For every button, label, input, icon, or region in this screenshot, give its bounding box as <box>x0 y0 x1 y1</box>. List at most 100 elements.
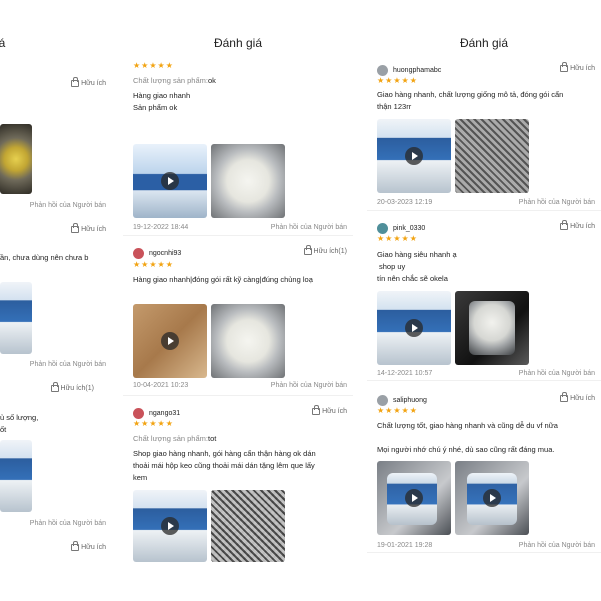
username: huongphamabc <box>393 66 442 74</box>
seller-reply-label: Phản hồi của Người bán <box>518 199 595 206</box>
reviewer[interactable]: huongphamabc <box>377 63 441 77</box>
review-video-thumbnail[interactable] <box>377 461 451 535</box>
review-text: ốt <box>0 425 7 434</box>
avatar-icon <box>377 222 388 234</box>
review-date: 19-01-2021 19:28 <box>377 542 433 549</box>
helpful-button[interactable]: Hữu ích <box>560 62 595 72</box>
play-icon <box>405 147 423 165</box>
play-icon <box>161 172 179 190</box>
review-image[interactable] <box>211 490 285 562</box>
avatar-icon <box>377 64 388 76</box>
seller-reply-label: Phản hồi của Người bán <box>518 542 595 549</box>
play-icon <box>405 489 423 507</box>
thumbs-up-icon <box>560 220 569 230</box>
username: pink_0330 <box>393 224 426 232</box>
play-icon <box>483 489 501 507</box>
play-icon <box>161 517 179 535</box>
star-rating: ★★★★★ <box>133 419 174 428</box>
review-item: ★★★★★ Chất lượng sản phẩm:ok Hàng giao n… <box>123 60 353 236</box>
panel-title: iá <box>0 36 6 50</box>
review-item: huongphamabc Hữu ích ★★★★★ Giao hàng nha… <box>367 62 601 211</box>
helpful-button[interactable]: Hữu ích(1) <box>303 245 347 255</box>
thumbs-up-icon <box>71 223 80 233</box>
review-panel-middle: Đánh giá ★★★★★ Chất lượng sản phẩm:ok Hà… <box>123 0 353 601</box>
avatar-icon <box>133 407 144 419</box>
avatar-icon <box>377 394 388 406</box>
review-video-thumbnail[interactable] <box>455 461 529 535</box>
helpful-button[interactable]: Hữu ích <box>71 541 106 551</box>
thumbs-up-icon <box>312 405 321 415</box>
review-video-thumbnail[interactable] <box>377 291 451 365</box>
reviewer[interactable]: saliphuong <box>377 393 427 407</box>
review-text: Hàng giao nhanh|đóng gói rất kỹ càng|đún… <box>133 275 313 284</box>
helpful-button[interactable]: Hữu ích(1) <box>50 382 94 392</box>
review-text: shop uy <box>379 262 406 271</box>
reviewer[interactable]: ngango31 <box>133 406 180 420</box>
username: ngango31 <box>149 409 181 417</box>
review-date: 20-03-2023 12:19 <box>377 199 433 206</box>
helpful-button[interactable]: Hữu ích <box>560 220 595 230</box>
review-video-thumbnail[interactable] <box>133 490 207 562</box>
seller-reply-label: Phản hồi của Người bán <box>518 370 595 377</box>
avatar-icon <box>133 247 144 259</box>
review-text: Hàng giao nhanh <box>133 91 191 100</box>
review-image[interactable] <box>455 119 529 193</box>
review-video-thumbnail[interactable] <box>377 119 451 193</box>
play-icon <box>161 332 179 350</box>
seller-reply-label: Phản hồi của Người bán <box>29 520 106 527</box>
review-text: Chất lượng tốt, giao hàng nhanh và cũng … <box>377 421 558 430</box>
thumbs-up-icon <box>303 245 312 255</box>
review-text: ần, chưa dùng nên chưa b <box>0 253 89 262</box>
review-image[interactable] <box>455 291 529 365</box>
review-item: ngocnhi93 Hữu ích(1) ★★★★★ Hàng giao nha… <box>123 245 353 396</box>
review-text: ủ số lượng, <box>0 413 39 422</box>
star-rating: ★★★★★ <box>377 406 418 415</box>
review-video-thumbnail[interactable] <box>133 144 207 218</box>
panel-title: Đánh giá <box>213 36 263 50</box>
helpful-button[interactable]: Hữu ích <box>560 392 595 402</box>
username: saliphuong <box>393 396 427 404</box>
helpful-button[interactable]: Hữu ích <box>71 77 106 87</box>
helpful-button[interactable]: Hữu ích <box>71 223 106 233</box>
username: ngocnhi93 <box>149 249 182 257</box>
review-text: thận 123rr <box>377 102 412 111</box>
review-date: 10-04-2021 10:23 <box>133 382 189 389</box>
helpful-button[interactable]: Hữu ích <box>312 405 347 415</box>
review-item: ngango31 Hữu ích ★★★★★ Chất lượng sản ph… <box>123 405 353 601</box>
thumbs-up-icon <box>71 541 80 551</box>
review-text: tín nên chắc sẽ okela <box>377 274 448 283</box>
play-icon <box>405 319 423 337</box>
review-date: 14-12-2021 10:57 <box>377 370 433 377</box>
seller-reply-label: Phản hồi của Người bán <box>29 202 106 209</box>
seller-reply-label: Phản hồi của Người bán <box>270 224 347 231</box>
review-text: Mọi người nhớ chú ý nhé, dù sao cũng rất… <box>377 445 555 454</box>
quality-line: Chất lượng sản phẩm:tot <box>133 434 217 443</box>
review-image[interactable] <box>211 304 285 378</box>
review-date: 19-12-2022 18:44 <box>133 224 189 231</box>
review-video-thumbnail[interactable] <box>0 440 32 512</box>
quality-line: Chất lượng sản phẩm:ok <box>133 76 216 85</box>
review-text: Giao hàng nhanh, chất lượng giống mô tả,… <box>377 90 564 99</box>
review-text: thoải mái hộp keo cũng thoải mái dán tặn… <box>133 461 315 470</box>
review-item: pink_0330 Hữu ích ★★★★★ Giao hàng siêu n… <box>367 220 601 381</box>
review-text: kem <box>133 473 148 482</box>
star-rating: ★★★★★ <box>377 234 418 243</box>
star-rating: ★★★★★ <box>377 76 418 85</box>
review-text: Sản phẩm ok <box>133 103 178 112</box>
seller-reply-label: Phản hồi của Người bán <box>270 382 347 389</box>
thumbs-up-icon <box>71 77 80 87</box>
review-panel-left: iá Hữu ích Phản hồi của Người bán Hữu íc… <box>0 0 112 601</box>
panel-title: Đánh giá <box>459 36 509 50</box>
review-image[interactable] <box>0 282 32 354</box>
seller-reply-label: Phản hồi của Người bán <box>29 361 106 368</box>
review-text: Giao hàng siêu nhanh ạ <box>377 250 457 259</box>
star-rating: ★★★★★ <box>133 260 174 269</box>
review-video-thumbnail[interactable] <box>0 124 32 194</box>
review-image[interactable] <box>211 144 285 218</box>
review-item: saliphuong Hữu ích ★★★★★ Chất lượng tốt,… <box>367 392 601 553</box>
star-rating: ★★★★★ <box>133 61 174 70</box>
reviewer[interactable]: ngocnhi93 <box>133 246 181 260</box>
thumbs-up-icon <box>560 62 569 72</box>
review-video-thumbnail[interactable] <box>133 304 207 378</box>
reviewer[interactable]: pink_0330 <box>377 221 425 235</box>
